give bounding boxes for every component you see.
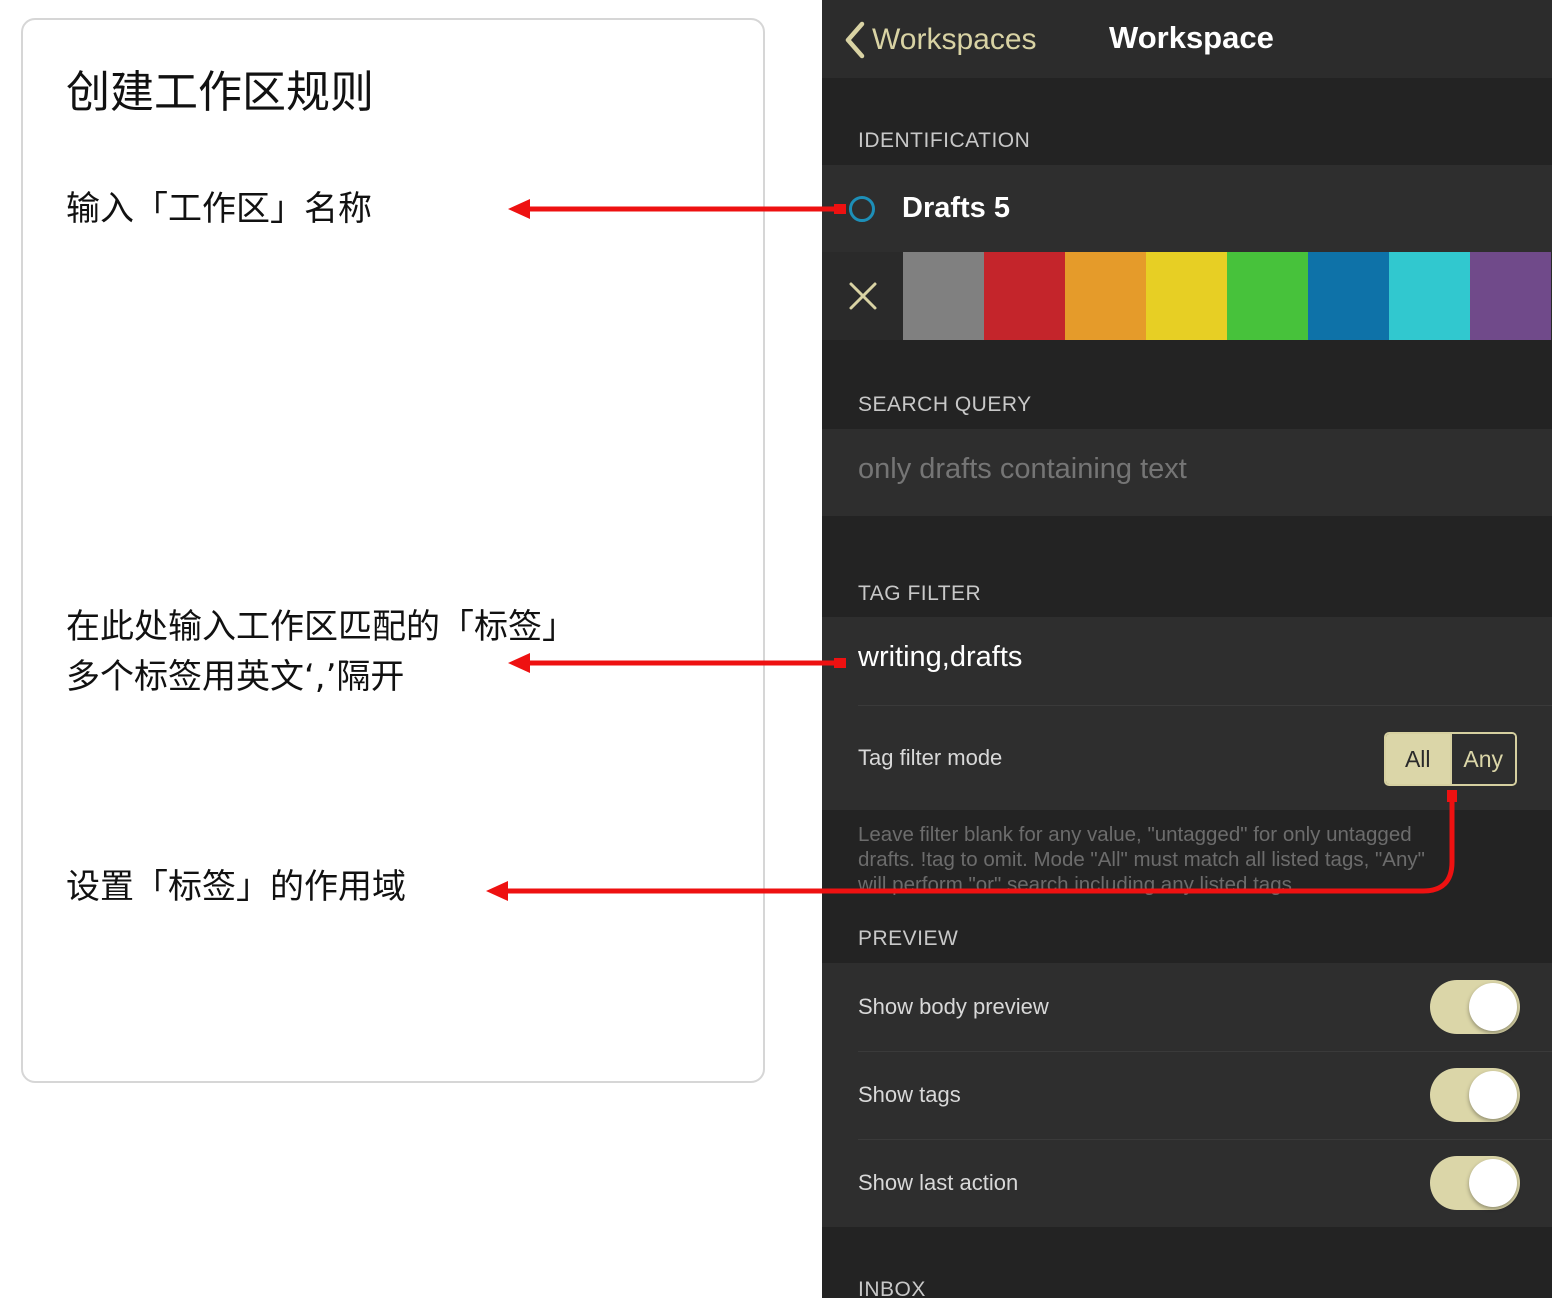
search-query-input[interactable] xyxy=(858,453,1518,486)
color-picker-row xyxy=(822,252,1552,340)
color-swatch[interactable] xyxy=(1308,252,1389,340)
color-swatch[interactable] xyxy=(1146,252,1227,340)
workspace-settings-panel: Workspaces Workspace IDENTIFICATION Draf… xyxy=(822,0,1552,1298)
workspace-name-field[interactable]: Drafts 5 xyxy=(902,192,1010,225)
toggle-label: Show last action xyxy=(858,1170,1019,1195)
back-button[interactable]: Workspaces xyxy=(842,18,1037,62)
section-header-search-query: SEARCH QUERY xyxy=(858,393,1032,416)
section-header-tag-filter: TAG FILTER xyxy=(858,582,982,605)
annotation-note-tags: 在此处输入工作区匹配的「标签」 多个标签用英文‘,’隔开 xyxy=(66,602,576,702)
row-divider xyxy=(858,1139,1552,1140)
page-title: Workspace xyxy=(1109,20,1274,55)
help-text-line: drafts. !tag to omit. Mode "All" must ma… xyxy=(858,848,1425,871)
color-swatch[interactable] xyxy=(1389,252,1470,340)
section-header-preview: PREVIEW xyxy=(858,927,959,950)
tag-filter-input[interactable] xyxy=(858,641,1518,674)
color-swatch[interactable] xyxy=(1227,252,1308,340)
toggle-row-show-last-action: Show last action xyxy=(822,1139,1552,1227)
navigation-bar: Workspaces Workspace xyxy=(822,0,1552,78)
row-divider xyxy=(858,705,1552,706)
annotation-note-mode: 设置「标签」的作用域 xyxy=(66,867,406,907)
show-body-preview-toggle[interactable] xyxy=(1430,980,1520,1034)
close-x-icon[interactable] xyxy=(848,281,878,311)
workspace-name-row[interactable]: Drafts 5 xyxy=(822,165,1552,252)
search-query-row[interactable] xyxy=(822,429,1552,516)
color-swatch[interactable] xyxy=(984,252,1065,340)
toggle-knob xyxy=(1469,983,1517,1031)
screen: 创建工作区规则 输入「工作区」名称 在此处输入工作区匹配的「标签」 多个标签用英… xyxy=(0,0,1552,1298)
help-text-line: Leave filter blank for any value, "untag… xyxy=(858,823,1412,846)
color-swatches xyxy=(903,252,1551,340)
tag-filter-mode-label: Tag filter mode xyxy=(858,745,1003,770)
chevron-left-icon xyxy=(845,21,865,59)
color-swatch[interactable] xyxy=(903,252,984,340)
radio-circle-icon[interactable] xyxy=(849,196,875,222)
annotation-note-name: 输入「工作区」名称 xyxy=(66,189,372,229)
show-last-action-toggle[interactable] xyxy=(1430,1156,1520,1210)
help-text-line: will perform "or" search including any l… xyxy=(858,873,1298,896)
toggle-label: Show tags xyxy=(858,1082,961,1107)
tag-filter-mode-segmented-control[interactable]: All Any xyxy=(1384,732,1517,786)
toggle-row-show-body-preview: Show body preview xyxy=(822,963,1552,1051)
tag-filter-help-text: Leave filter blank for any value, "untag… xyxy=(858,822,1518,897)
annotation-title: 创建工作区规则 xyxy=(66,67,374,118)
toggle-knob xyxy=(1469,1071,1517,1119)
toggle-row-show-tags: Show tags xyxy=(822,1051,1552,1139)
color-swatch[interactable] xyxy=(1065,252,1146,340)
segment-all[interactable]: All xyxy=(1386,734,1450,784)
section-header-inbox: INBOX xyxy=(858,1278,926,1298)
segment-any[interactable]: Any xyxy=(1449,734,1515,784)
toggle-label: Show body preview xyxy=(858,994,1049,1019)
tag-filter-row[interactable] xyxy=(822,617,1552,705)
color-swatch[interactable] xyxy=(1470,252,1551,340)
annotation-card: 创建工作区规则 输入「工作区」名称 在此处输入工作区匹配的「标签」 多个标签用英… xyxy=(21,18,765,1083)
annotation-note-tags-line1: 在此处输入工作区匹配的「标签」 xyxy=(66,607,576,647)
row-divider xyxy=(858,1051,1552,1052)
toggle-knob xyxy=(1469,1159,1517,1207)
show-tags-toggle[interactable] xyxy=(1430,1068,1520,1122)
tag-filter-mode-row: Tag filter mode All Any xyxy=(822,705,1552,810)
annotation-note-tags-line2: 多个标签用英文‘,’隔开 xyxy=(66,657,405,697)
back-button-label: Workspaces xyxy=(872,23,1037,56)
section-header-identification: IDENTIFICATION xyxy=(858,129,1031,152)
